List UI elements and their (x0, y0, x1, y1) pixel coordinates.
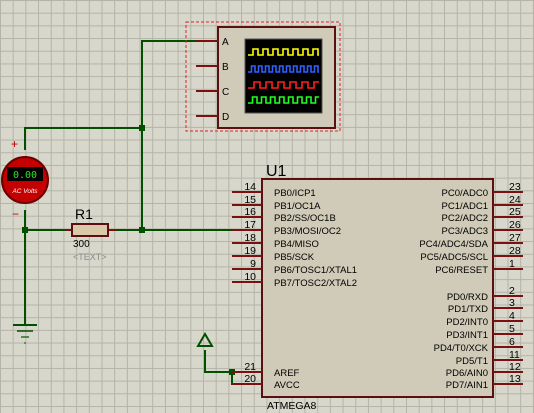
r1-ref: R1 (75, 206, 93, 222)
pin-number: 27 (509, 232, 521, 244)
pin-label: PC6/RESET (435, 265, 488, 276)
wire-scope-a[interactable] (141, 40, 218, 230)
oscilloscope[interactable]: A B C D (185, 21, 341, 132)
junction-dot (22, 227, 28, 233)
pin-number: 5 (509, 323, 515, 335)
scope-channel-b[interactable]: B (196, 62, 229, 73)
pin-label: PC1/ADC1 (442, 201, 488, 212)
pin-label: PD3/INT1 (446, 330, 488, 341)
pin-label: PB0/ICP1 (274, 188, 316, 199)
junction-dot (139, 125, 145, 131)
pin-number: 21 (244, 361, 256, 373)
scope-trace (248, 48, 319, 56)
pin-number: 17 (244, 219, 256, 231)
pin-label: PB5/SCK (274, 252, 315, 263)
pin-label: PC4/ADC4/SDA (419, 239, 488, 250)
junction-dot (139, 227, 145, 233)
resistor-r1[interactable]: R1 300 <TEXT> (65, 206, 115, 262)
channel-label: A (222, 37, 229, 48)
minus-sign: − (12, 207, 19, 221)
plus-sign: + (11, 137, 18, 151)
pin-number: 15 (244, 194, 256, 206)
atmega8-chip[interactable]: U1 ATMEGA8 14PB0/ICP115PB1/OC1A16PB2/SS/… (232, 163, 523, 412)
pin-number: 18 (244, 232, 256, 244)
pin-label: PD5/T1 (456, 356, 488, 367)
scope-channel-d[interactable]: D (196, 112, 229, 123)
pin-number: 13 (509, 373, 521, 385)
pin-label: PD2/INT0 (446, 317, 488, 328)
power-terminal-icon[interactable] (196, 332, 214, 347)
pin-label: PB2/SS/OC1B (274, 213, 336, 224)
pin-number: 16 (244, 206, 256, 218)
pin-label: PB7/TOSC2/XTAL2 (274, 278, 357, 289)
pin-number: 9 (250, 258, 256, 270)
scope-channel-a[interactable]: A (196, 37, 229, 48)
pin-label: PC2/ADC2 (442, 213, 488, 224)
pin-number: 12 (509, 361, 521, 373)
pin-number: 6 (509, 336, 515, 348)
pin-label: PD6/AIN0 (446, 368, 488, 379)
pin-number: 1 (509, 258, 515, 270)
pin-label: PD4/T0/XCK (434, 343, 489, 354)
mcu-ref: U1 (266, 163, 287, 180)
pin-label: PB3/MOSI/OC2 (274, 226, 341, 237)
mcu-part: ATMEGA8 (267, 400, 317, 412)
voltmeter-display-value: 0.00 (13, 170, 37, 181)
pin-label: PB6/TOSC1/XTAL1 (274, 265, 357, 276)
wire-voltmeter-top[interactable] (24, 127, 142, 150)
pin-label: PD0/RXD (447, 292, 488, 303)
channel-label: B (222, 62, 229, 73)
pin-label: PB1/OC1A (274, 201, 321, 212)
pin-number: 28 (509, 245, 521, 257)
pin-label: AREF (274, 368, 300, 379)
channel-label: D (222, 112, 229, 123)
schematic-drawing: 0.00 AC Volts + − R1 300 <TEXT> ABCD U1 … (1, 21, 523, 412)
pin-number: 23 (509, 181, 521, 193)
ground-symbol[interactable] (13, 324, 37, 344)
pin-number: 3 (509, 297, 515, 309)
pin-number: 10 (244, 271, 256, 283)
voltmeter-label: AC Volts (11, 188, 38, 195)
pin-label: PC0/ADC0 (442, 188, 488, 199)
r1-value: 300 (73, 239, 90, 250)
channel-label: C (222, 87, 229, 98)
pin-number: 25 (509, 206, 521, 218)
pin-number: 2 (509, 285, 515, 297)
scope-channel-c[interactable]: C (196, 87, 229, 98)
r1-text: <TEXT> (73, 252, 107, 262)
pin-number: 24 (509, 194, 521, 206)
pin-number: 11 (509, 349, 520, 361)
pin-number: 19 (244, 245, 256, 257)
pin-label: PC5/ADC5/SCL (420, 252, 488, 263)
pin-number: 4 (509, 310, 515, 322)
pin-number: 20 (244, 373, 256, 385)
pin-number: 26 (509, 219, 521, 231)
pin-label: PB4/MISO (274, 239, 319, 250)
pin-number: 14 (244, 181, 256, 193)
pin-label: PD1/TXD (448, 304, 488, 315)
pin-label: AVCC (274, 380, 300, 391)
pin-label: PC3/ADC3 (442, 226, 488, 237)
pin-label: PD7/AIN1 (446, 380, 488, 391)
schematic-canvas[interactable]: 0.00 AC Volts + − R1 300 <TEXT> ABCD U1 … (0, 0, 534, 413)
